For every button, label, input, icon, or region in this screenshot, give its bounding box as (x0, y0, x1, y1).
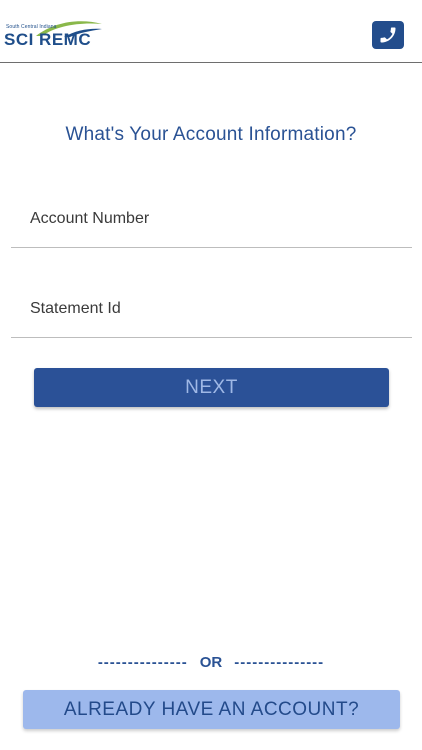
or-divider: --------------- OR --------------- (0, 654, 422, 671)
already-have-account-button[interactable]: ALREADY HAVE AN ACCOUNT? (23, 690, 400, 729)
statement-id-field-container (11, 293, 412, 338)
app-header: South Central Indiana SCI REMC (0, 0, 422, 63)
account-number-input[interactable] (30, 210, 400, 228)
phone-icon (380, 27, 396, 43)
call-button[interactable] (372, 21, 404, 49)
page-title: What's Your Account Information? (65, 124, 357, 145)
or-right-dashes: --------------- (234, 654, 325, 671)
account-number-field-container (11, 203, 412, 248)
logo-wordmark: SCI REMC (4, 30, 92, 49)
sci-remc-logo: South Central Indiana SCI REMC (4, 18, 104, 54)
statement-id-input[interactable] (30, 300, 400, 318)
or-label: OR (199, 654, 223, 671)
or-left-dashes: --------------- (97, 654, 188, 671)
next-button[interactable]: NEXT (34, 368, 389, 407)
